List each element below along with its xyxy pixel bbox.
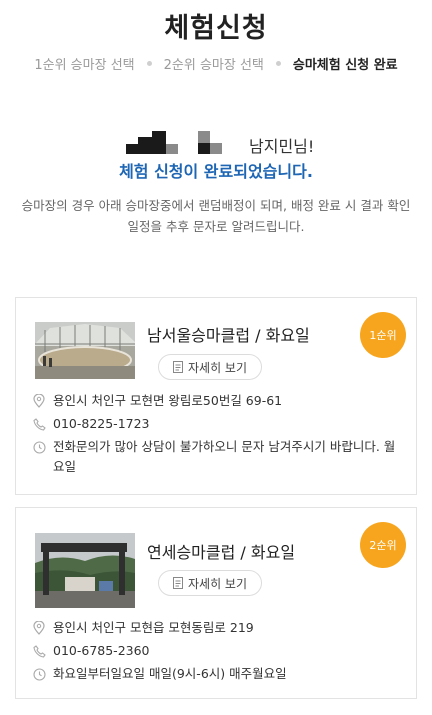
progress-steps: 1순위 승마장 선택 2순위 승마장 선택 승마체험 신청 완료	[0, 54, 432, 73]
greeting-name: 남지민님!	[249, 137, 315, 156]
step-1: 1순위 승마장 선택	[34, 58, 135, 73]
step-3: 승마체험 신청 완료	[292, 58, 398, 73]
club-phone[interactable]: 010-6785-2360	[53, 643, 150, 658]
address-row: 용인시 처인구 모현면 왕림로50번길 69-61	[33, 391, 405, 411]
club-card-2: 연세승마클럽 / 화요일 자세히 보기 2순위 용인시 처인구 모현읍 모현동림…	[15, 507, 417, 699]
rank-badge: 2순위	[360, 522, 406, 568]
detail-button[interactable]: 자세히 보기	[158, 570, 262, 596]
club-phone[interactable]: 010-8225-1723	[53, 416, 150, 431]
phone-icon	[33, 417, 46, 437]
location-pin-icon	[33, 620, 45, 641]
step-separator	[275, 61, 281, 66]
assignment-notice: 승마장의 경우 아래 승마장중에서 랜덤배정이 되며, 배정 완료 시 결과 확…	[21, 198, 411, 234]
rank-badge: 1순위	[360, 312, 406, 358]
document-icon	[172, 577, 183, 589]
hours-row: 전화문의가 많아 상담이 불가하오니 문자 남겨주시기 바랍니다. 월요일	[33, 437, 405, 477]
club-photo-2	[35, 533, 135, 608]
club-name: 연세승마클럽 / 화요일	[147, 543, 296, 562]
club-info: 용인시 처인구 모현면 왕림로50번길 69-61 010-8225-1723 …	[33, 391, 405, 480]
club-address: 용인시 처인구 모현면 왕림로50번길 69-61	[53, 393, 283, 408]
club-photo-1	[35, 322, 135, 379]
greeting: 남지민님!	[0, 131, 432, 157]
location-pin-icon	[33, 393, 45, 414]
clock-icon	[33, 667, 46, 687]
phone-icon	[33, 644, 46, 664]
detail-button[interactable]: 자세히 보기	[158, 354, 262, 380]
club-hours: 화요일부터일요일 매일(9시-6시) 매주월요일	[53, 666, 287, 681]
club-hours: 전화문의가 많아 상담이 불가하오니 문자 남겨주시기 바랍니다. 월요일	[53, 439, 396, 474]
club-info: 용인시 처인구 모현읍 모현동림로 219 010-6785-2360 화요일부…	[33, 618, 405, 687]
club-name: 남서울승마클럽 / 화요일	[147, 326, 310, 345]
club-address: 용인시 처인구 모현읍 모현동림로 219	[53, 620, 254, 635]
detail-button-label: 자세히 보기	[187, 576, 247, 591]
clock-icon	[33, 440, 46, 460]
detail-button-label: 자세히 보기	[187, 360, 247, 375]
complete-message: 체험 신청이 완료되었습니다.	[119, 162, 313, 181]
address-row: 용인시 처인구 모현읍 모현동림로 219	[33, 618, 405, 638]
phone-row: 010-8225-1723	[33, 414, 405, 434]
document-icon	[172, 361, 183, 373]
page-title: 체험신청	[164, 13, 268, 44]
step-2: 2순위 승마장 선택	[163, 58, 264, 73]
club-card-1: 남서울승마클럽 / 화요일 자세히 보기 1순위 용인시 처인구 모현면 왕림로…	[15, 297, 417, 495]
phone-row: 010-6785-2360	[33, 641, 405, 661]
step-separator	[146, 61, 152, 66]
hours-row: 화요일부터일요일 매일(9시-6시) 매주월요일	[33, 664, 405, 684]
